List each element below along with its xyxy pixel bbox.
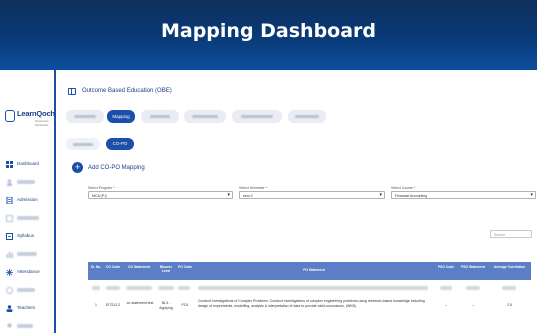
td-avg: 2.5 — [507, 303, 512, 307]
sidebar-item-admission[interactable]: Admission — [6, 196, 54, 206]
tab-hidden-3[interactable] — [184, 110, 226, 123]
sidebar: LearnQoch Outcomes Perfected Dashboard A… — [0, 70, 56, 333]
chevron-down-icon: ▾ — [530, 192, 533, 198]
logo-tagline: Outcomes Perfected — [35, 119, 49, 127]
sidebar-item-syllabus[interactable]: Syllabus — [6, 232, 54, 242]
th-blooms: Blooms Level — [159, 265, 173, 274]
sidebar-toggle-icon[interactable] — [68, 88, 76, 95]
semester-value: sem 2 — [243, 193, 253, 198]
tab-hidden-5[interactable] — [288, 110, 326, 123]
td-co-code: EIT212.2 — [105, 303, 121, 307]
sidebar-item-label: Teachers — [17, 305, 36, 310]
banner: Mapping Dashboard — [0, 0, 537, 70]
semester-select-field: Select Semester * sem 2 ▾ — [239, 186, 385, 203]
chart-icon — [6, 251, 13, 258]
chevron-down-icon: ▾ — [227, 192, 230, 198]
td-sr: 1 — [95, 303, 97, 307]
tab-hidden-1[interactable] — [66, 110, 104, 123]
th-po-code: PO Code — [178, 265, 192, 269]
td-po-statement: Conduct Investigations of Complex Proble… — [198, 299, 425, 308]
logo-name: LearnQoch — [17, 109, 55, 118]
add-mapping-label: Add CO-PO Mapping — [88, 165, 145, 171]
th-co-statement: CO Statement — [128, 265, 150, 269]
tab-mapping[interactable]: Mapping — [107, 110, 135, 123]
td-blooms: BL3 - Applying — [159, 301, 173, 310]
sidebar-item-hidden-2[interactable] — [6, 214, 54, 224]
sidebar-item-label-obscured — [17, 252, 37, 256]
main-content: Outcome Based Education (OBE) Mapping CO… — [58, 70, 537, 333]
chevron-down-icon: ▾ — [379, 192, 382, 198]
th-avg: Average Correlation — [493, 265, 526, 269]
table-row-obscured — [88, 284, 531, 292]
sidebar-item-hidden-1[interactable] — [6, 178, 54, 188]
logo-icon — [5, 110, 15, 122]
td-po-code: PO1 — [181, 303, 189, 307]
banner-title: Mapping Dashboard — [160, 20, 377, 42]
sidebar-item-attendance[interactable]: Attendance — [6, 268, 54, 278]
sidebar-item-label: Attendance — [17, 269, 40, 274]
page-title: Outcome Based Education (OBE) — [82, 88, 172, 94]
course-select-field: Select Course * Financial Accounting ▾ — [391, 186, 536, 203]
book-icon — [6, 215, 13, 222]
calendar-icon — [6, 269, 13, 276]
sidebar-item-label-obscured — [17, 216, 39, 220]
tab-hidden-4[interactable] — [232, 110, 282, 123]
sidebar-item-hidden-5[interactable] — [6, 322, 54, 332]
teacher-icon — [6, 305, 13, 312]
td-co-statement: co statement test — [126, 301, 154, 305]
course-label: Select Course * — [391, 186, 416, 190]
sidebar-item-hidden-4[interactable] — [6, 286, 54, 296]
sidebar-item-dashboard[interactable]: Dashboard — [6, 160, 54, 170]
sidebar-item-label-obscured — [17, 288, 35, 292]
program-select[interactable]: MCA (P.I) ▾ — [88, 191, 233, 199]
table-header: Sr. No. CO Code CO Statement Blooms Leve… — [88, 262, 531, 280]
clock-icon — [6, 287, 13, 294]
subtab-hidden[interactable] — [66, 138, 100, 150]
th-sr: Sr. No. — [90, 265, 102, 269]
search-placeholder: Search — [494, 232, 506, 237]
td-pso-code: – — [445, 303, 447, 307]
doc-icon — [6, 196, 13, 205]
tab-bar: Mapping — [66, 110, 526, 124]
app-window: LearnQoch Outcomes Perfected Dashboard A… — [0, 70, 537, 333]
table-row[interactable]: 1 EIT212.2 co statement test BL3 - Apply… — [88, 295, 531, 317]
sidebar-item-hidden-3[interactable] — [6, 250, 54, 260]
th-po-statement: PO Statement — [303, 268, 325, 272]
users-icon — [6, 179, 13, 186]
course-select[interactable]: Financial Accounting ▾ — [391, 191, 536, 199]
th-co-code: CO Code — [105, 265, 121, 269]
sidebar-item-label: Dashboard — [17, 161, 40, 166]
course-value: Financial Accounting — [395, 193, 428, 198]
logo[interactable]: LearnQoch Outcomes Perfected — [5, 108, 55, 127]
plus-icon[interactable]: + — [72, 162, 83, 173]
list-icon — [6, 233, 13, 240]
grid-icon — [6, 161, 13, 168]
sidebar-item-label-obscured — [17, 180, 35, 184]
subtab-co-po[interactable]: CO-PO — [106, 138, 134, 150]
user-icon — [6, 323, 13, 330]
semester-label: Select Semester * — [239, 186, 268, 190]
sidebar-item-label: Syllabus — [17, 233, 35, 238]
td-pso-statement: – — [472, 303, 474, 307]
search-input[interactable]: Search — [490, 230, 532, 238]
program-value: MCA (P.I) — [92, 193, 107, 198]
program-label: Select Program * — [88, 186, 115, 190]
program-select-field: Select Program * MCA (P.I) ▾ — [88, 186, 233, 203]
th-pso-statement: PSO Statement — [461, 265, 485, 269]
sidebar-item-teachers[interactable]: Teachers — [6, 304, 54, 314]
semester-select[interactable]: sem 2 ▾ — [239, 191, 385, 199]
tab-hidden-2[interactable] — [141, 110, 179, 123]
sidebar-item-label: Admission — [17, 197, 38, 202]
sidebar-item-label-obscured — [17, 324, 33, 328]
th-pso-code: PSO Code — [437, 265, 455, 269]
